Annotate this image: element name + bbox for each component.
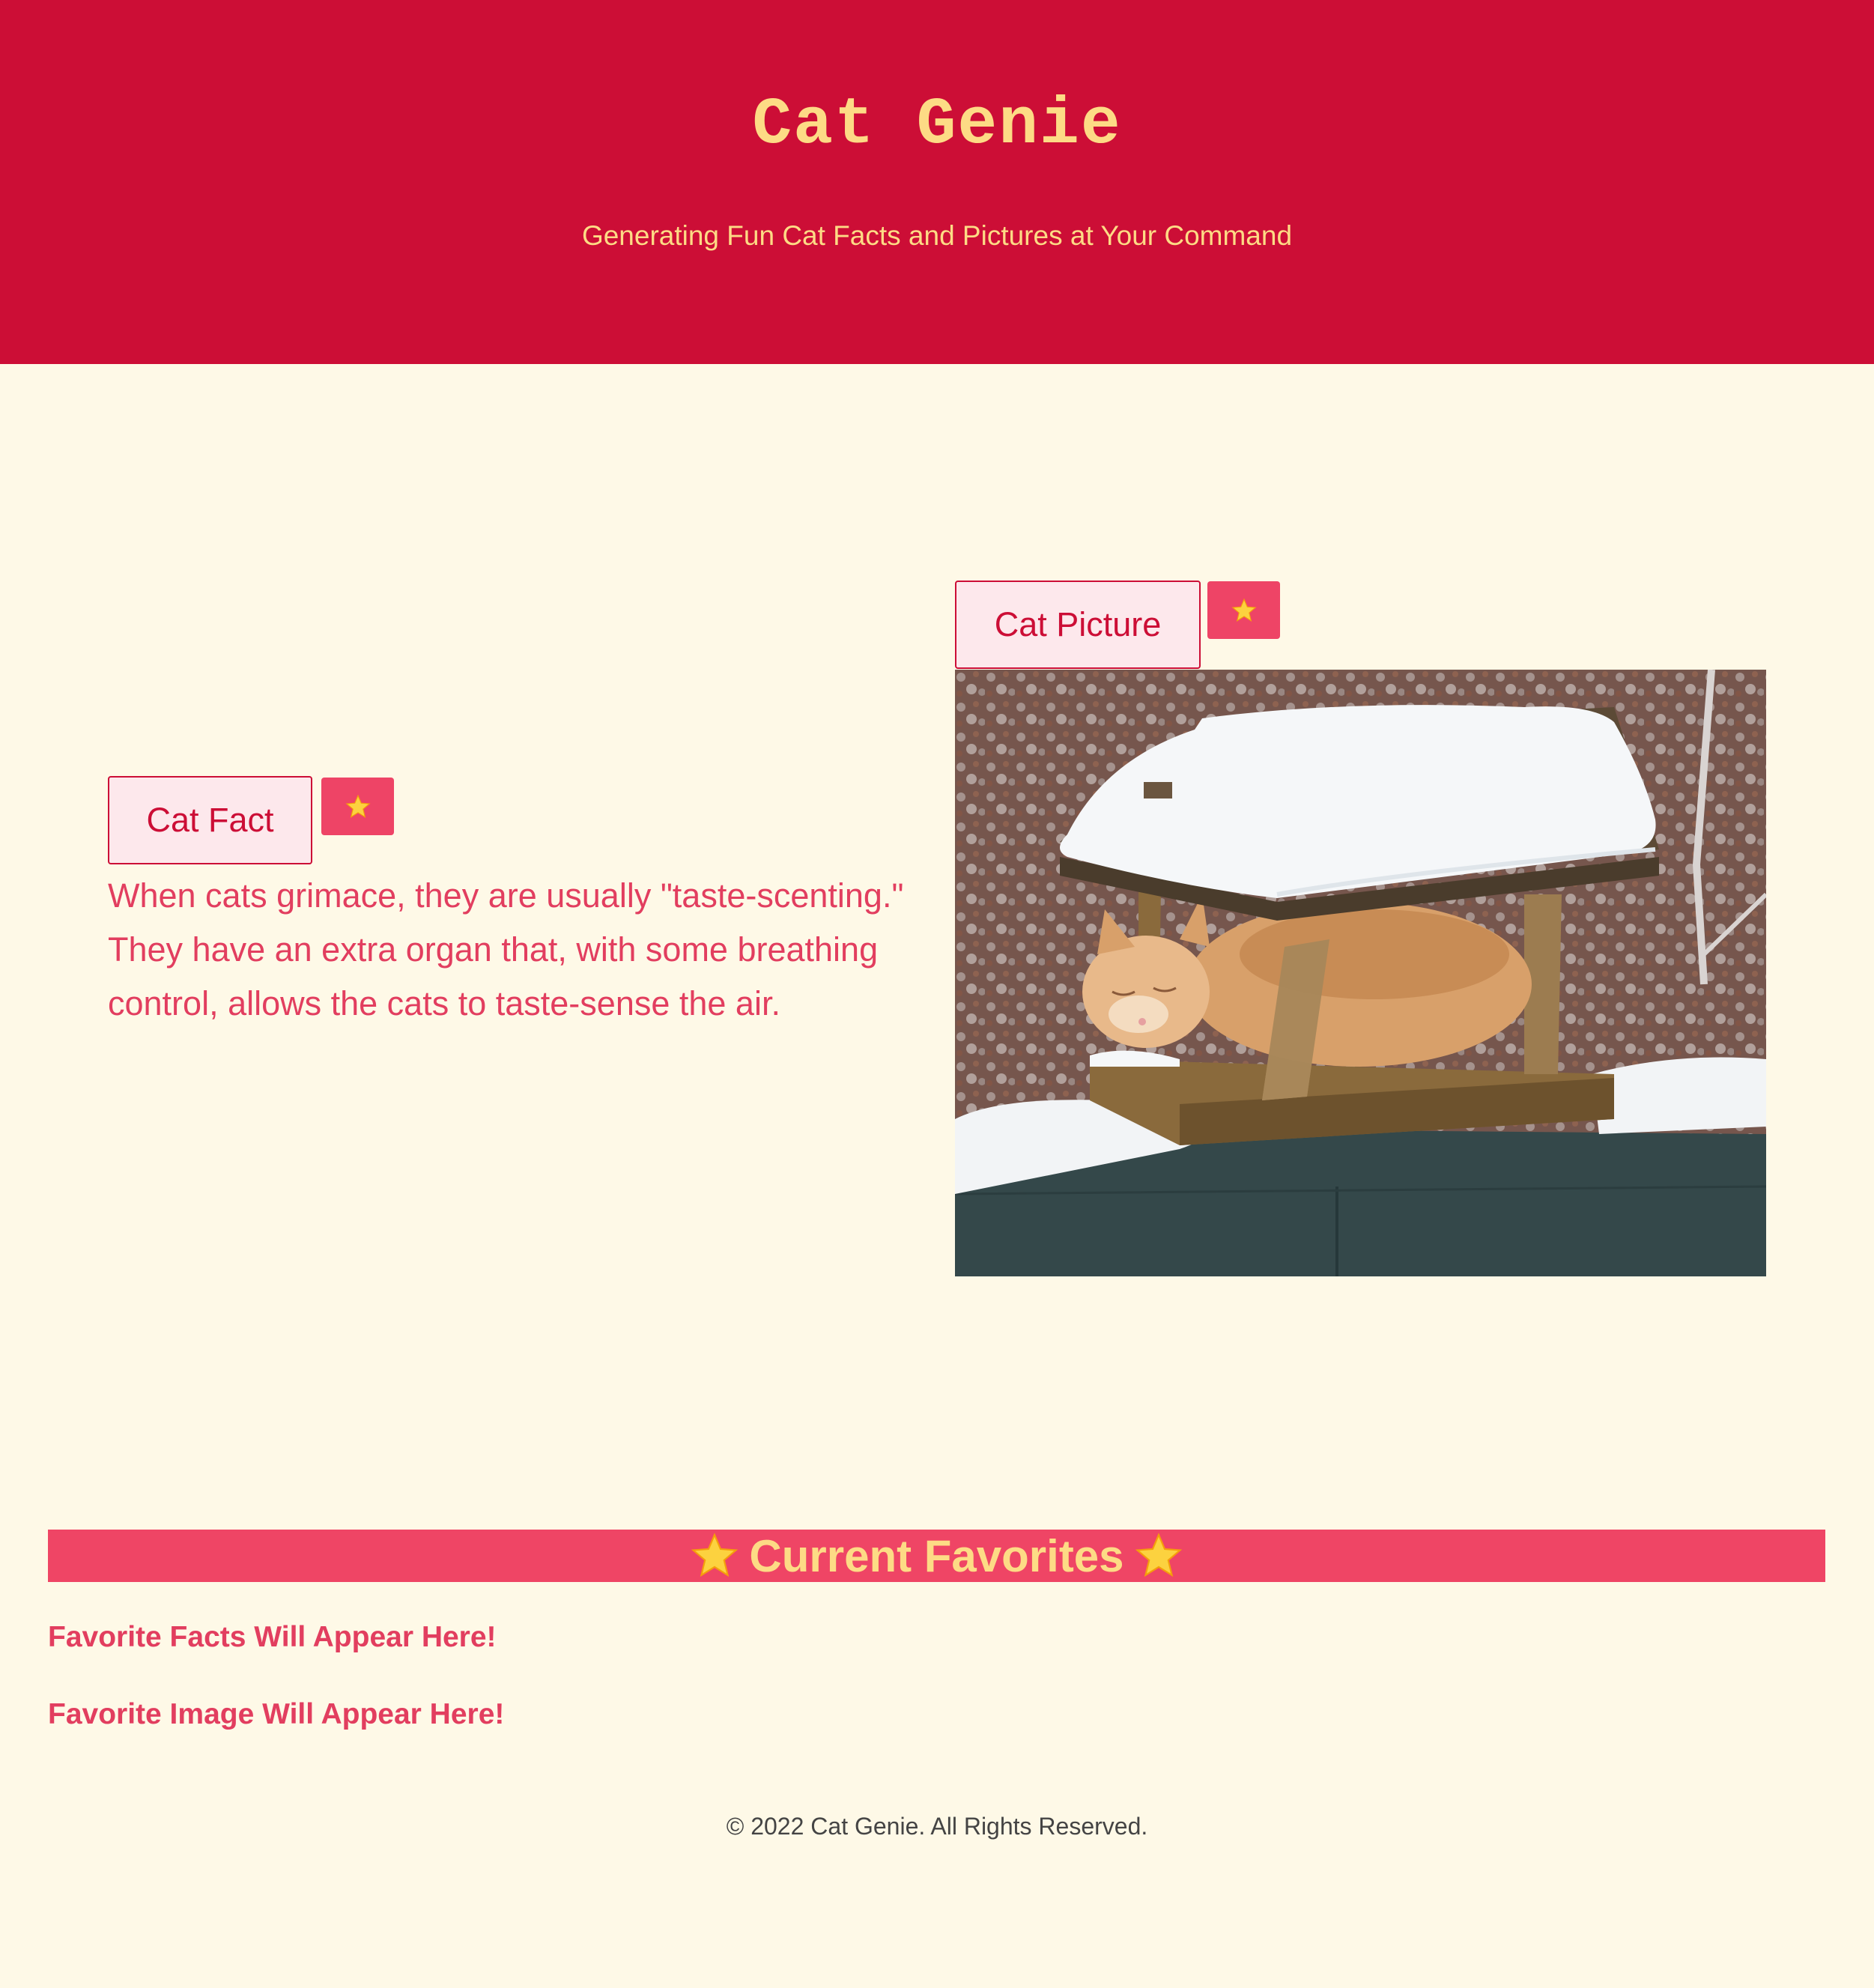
footer-copyright: © 2022 Cat Genie. All Rights Reserved. <box>726 1813 1148 1840</box>
favorites-heading-bar: Current Favorites <box>48 1530 1825 1582</box>
page-subtitle: Generating Fun Cat Facts and Pictures at… <box>581 220 1293 251</box>
star-icon <box>1231 598 1257 622</box>
favorite-picture-button[interactable] <box>1207 581 1280 639</box>
cat-fact-text: When cats grimace, they are usually "tas… <box>108 876 904 1022</box>
cat-picture-button[interactable]: Cat Picture <box>955 581 1201 669</box>
cat-photo-illustration <box>955 670 1766 1276</box>
favorite-facts-placeholder: Favorite Facts Will Appear Here! <box>48 1621 497 1653</box>
cat-picture <box>955 670 1766 1276</box>
cat-fact-button[interactable]: Cat Fact <box>108 776 312 864</box>
star-icon <box>345 794 371 818</box>
favorite-fact-button[interactable] <box>321 778 394 835</box>
favorite-image-placeholder: Favorite Image Will Appear Here! <box>48 1698 505 1730</box>
site-header: Cat Genie Generating Fun Cat Facts and P… <box>0 0 1874 364</box>
star-icon <box>1135 1533 1182 1578</box>
star-icon <box>691 1533 739 1578</box>
page-title: Cat Genie <box>752 88 1122 163</box>
favorites-heading: Current Favorites <box>749 1530 1124 1581</box>
